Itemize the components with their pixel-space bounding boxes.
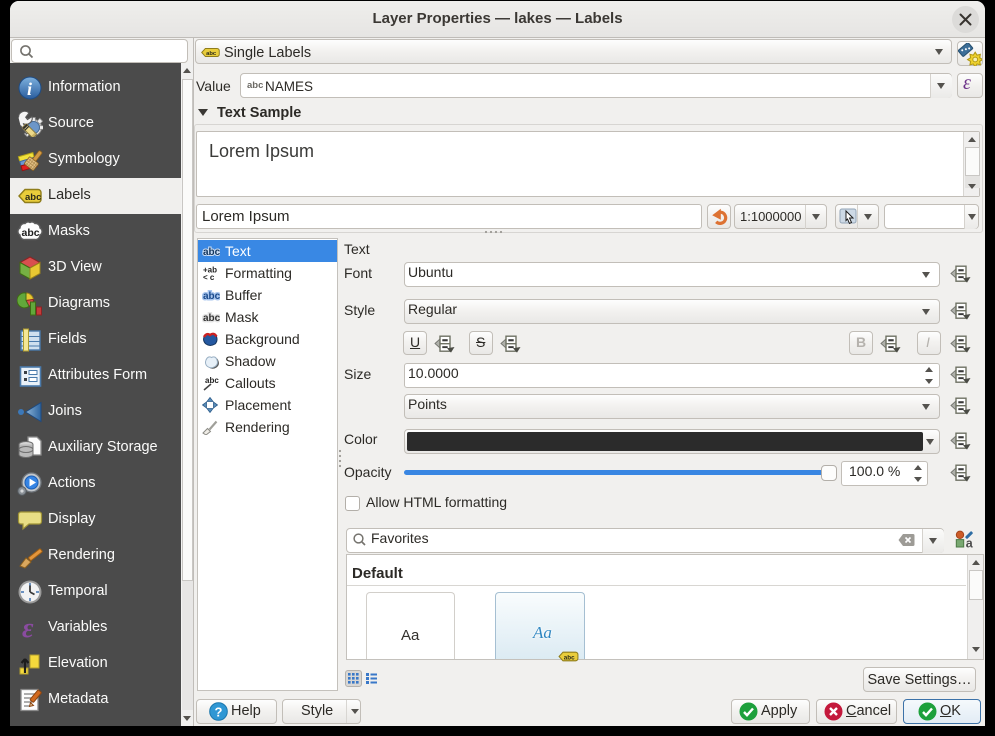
svg-text:abc: abc: [206, 51, 217, 57]
svg-text:abc: abc: [203, 247, 220, 258]
svg-text:abc: abc: [203, 291, 220, 302]
svg-text:ε: ε: [22, 615, 34, 641]
svg-text:abc: abc: [22, 227, 40, 239]
svg-text:a: a: [966, 537, 974, 550]
svg-text:?: ?: [215, 705, 223, 720]
svg-text:abc: abc: [203, 313, 220, 324]
svg-text:abc: abc: [25, 192, 41, 203]
svg-text:< c: < c: [203, 273, 215, 281]
svg-text:abc: abc: [564, 654, 575, 661]
svg-text:i: i: [27, 79, 32, 99]
svg-text:abc: abc: [205, 376, 219, 385]
